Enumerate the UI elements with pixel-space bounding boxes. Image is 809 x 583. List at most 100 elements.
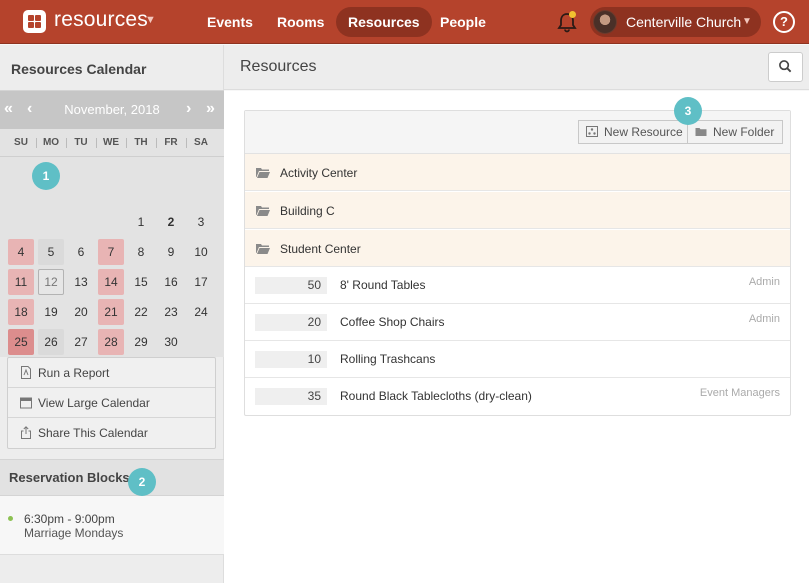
folder-name: Activity Center — [280, 166, 358, 180]
new-folder-button[interactable]: New Folder — [687, 120, 783, 144]
new-resource-icon — [586, 126, 598, 137]
calendar-day[interactable]: 28 — [98, 329, 124, 355]
calendar-day[interactable]: 24 — [188, 299, 214, 325]
top-bar: resources ▼ Events Rooms Resources Peopl… — [0, 0, 809, 44]
calendar-day[interactable]: 27 — [68, 329, 94, 355]
app-logo-icon[interactable] — [23, 10, 46, 33]
calendar-day[interactable]: 18 — [8, 299, 34, 325]
weekday-label: SA — [194, 137, 208, 148]
notification-dot — [569, 11, 576, 18]
sidebar-title: Resources Calendar — [11, 61, 147, 77]
share-icon — [21, 426, 31, 439]
mini-calendar: « ‹ November, 2018 › » SU MO TU WE TH FR… — [0, 90, 224, 357]
resource-owner: Admin — [748, 276, 780, 288]
calendar-day[interactable]: 16 — [158, 269, 184, 295]
calendar-day[interactable]: 23 — [158, 299, 184, 325]
view-large-calendar-button[interactable]: View Large Calendar — [8, 388, 215, 418]
weekday-label: WE — [102, 137, 120, 148]
next-year-button[interactable]: » — [206, 100, 215, 118]
calendar-day[interactable]: 8 — [128, 239, 154, 265]
resource-name: 8' Round Tables — [340, 278, 426, 292]
folder-icon — [695, 128, 707, 136]
help-icon[interactable]: ? — [773, 11, 795, 33]
calendar-day[interactable]: 22 — [128, 299, 154, 325]
resource-quantity: 20 — [255, 314, 327, 331]
folder-name: Student Center — [280, 242, 361, 256]
calendar-day[interactable]: 4 — [8, 239, 34, 265]
calendar-day[interactable]: 7 — [98, 239, 124, 265]
resource-row[interactable]: 20 Coffee Shop Chairs Admin — [245, 304, 790, 341]
next-month-button[interactable]: › — [186, 100, 191, 118]
new-folder-label: New Folder — [713, 125, 775, 139]
resource-row[interactable]: 50 8' Round Tables Admin — [245, 267, 790, 304]
resource-owner: Admin — [748, 313, 780, 325]
calendar-day[interactable]: 3 — [188, 209, 214, 235]
calendar-day[interactable]: 26 — [38, 329, 64, 355]
calendar-day[interactable]: 19 — [38, 299, 64, 325]
calendar-header: « ‹ November, 2018 › » — [0, 91, 224, 129]
folder-row[interactable]: Building C — [245, 192, 790, 229]
calendar-day[interactable]: 17 — [188, 269, 214, 295]
calendar-day[interactable]: 21 — [98, 299, 124, 325]
resource-name: Round Black Tablecloths (dry-clean) — [340, 389, 532, 403]
resource-quantity: 50 — [255, 277, 327, 294]
app-brand[interactable]: resources — [54, 8, 148, 32]
resource-name: Rolling Trashcans — [340, 352, 436, 366]
calendar-day[interactable]: 13 — [68, 269, 94, 295]
nav-events[interactable]: Events — [195, 7, 265, 37]
calendar-icon — [20, 397, 32, 409]
reservation-block-time: 6:30pm - 9:00pm — [24, 512, 115, 526]
new-resource-button[interactable]: New Resource — [578, 120, 688, 144]
weekday-label: MO — [42, 137, 60, 148]
folder-icon — [256, 244, 270, 254]
calendar-day[interactable]: 5 — [38, 239, 64, 265]
step-marker-2: 2 — [128, 468, 156, 496]
chevron-down-icon[interactable]: ▼ — [145, 14, 156, 26]
weekday-label: TU — [74, 137, 88, 148]
calendar-day[interactable]: 29 — [128, 329, 154, 355]
sidebar-actions: Run a Report View Large Calendar Share T… — [7, 357, 216, 449]
nav-resources[interactable]: Resources — [336, 7, 432, 37]
folder-icon — [256, 206, 270, 216]
calendar-day-today[interactable]: 12 — [38, 269, 64, 295]
weekday-label: SU — [14, 137, 28, 148]
folder-row[interactable]: Student Center — [245, 230, 790, 267]
calendar-day[interactable]: 25 — [8, 329, 34, 355]
resource-row[interactable]: 10 Rolling Trashcans — [245, 341, 790, 378]
calendar-day[interactable]: 20 — [68, 299, 94, 325]
folder-row[interactable]: Activity Center — [245, 154, 790, 191]
search-icon — [779, 60, 792, 73]
calendar-day[interactable]: 14 — [98, 269, 124, 295]
sidebar: Resources Calendar « ‹ November, 2018 › … — [0, 45, 224, 583]
weekday-label: FR — [164, 137, 178, 148]
calendar-day[interactable]: 1 — [128, 209, 154, 235]
calendar-day[interactable]: 15 — [128, 269, 154, 295]
weekday-label: TH — [134, 137, 148, 148]
reservation-block-name: Marriage Mondays — [24, 526, 124, 540]
account-menu[interactable]: Centerville Church ▼ — [590, 7, 761, 37]
nav-rooms[interactable]: Rooms — [265, 7, 336, 37]
reservation-block-item[interactable]: 6:30pm - 9:00pm Marriage Mondays — [0, 496, 224, 555]
calendar-day[interactable]: 30 — [158, 329, 184, 355]
search-button[interactable] — [768, 52, 803, 82]
resource-owner: Event Managers — [699, 387, 780, 399]
view-large-calendar-label: View Large Calendar — [38, 396, 150, 410]
share-calendar-button[interactable]: Share This Calendar — [8, 418, 215, 448]
report-icon — [21, 366, 31, 379]
folder-icon — [256, 168, 270, 178]
run-report-button[interactable]: Run a Report — [8, 358, 215, 388]
new-resource-label: New Resource — [604, 125, 683, 139]
calendar-day[interactable]: 11 — [8, 269, 34, 295]
calendar-day[interactable]: 6 — [68, 239, 94, 265]
folder-name: Building C — [280, 204, 335, 218]
run-report-label: Run a Report — [38, 366, 110, 380]
chevron-down-icon: ▼ — [742, 16, 752, 27]
calendar-day[interactable]: 2 — [158, 209, 184, 235]
avatar — [593, 10, 617, 34]
calendar-day[interactable]: 10 — [188, 239, 214, 265]
step-marker-3: 3 — [674, 97, 702, 125]
resource-quantity: 10 — [255, 351, 327, 368]
calendar-day[interactable]: 9 — [158, 239, 184, 265]
nav-people[interactable]: People — [428, 7, 498, 37]
resource-row[interactable]: 35 Round Black Tablecloths (dry-clean) E… — [245, 378, 790, 415]
